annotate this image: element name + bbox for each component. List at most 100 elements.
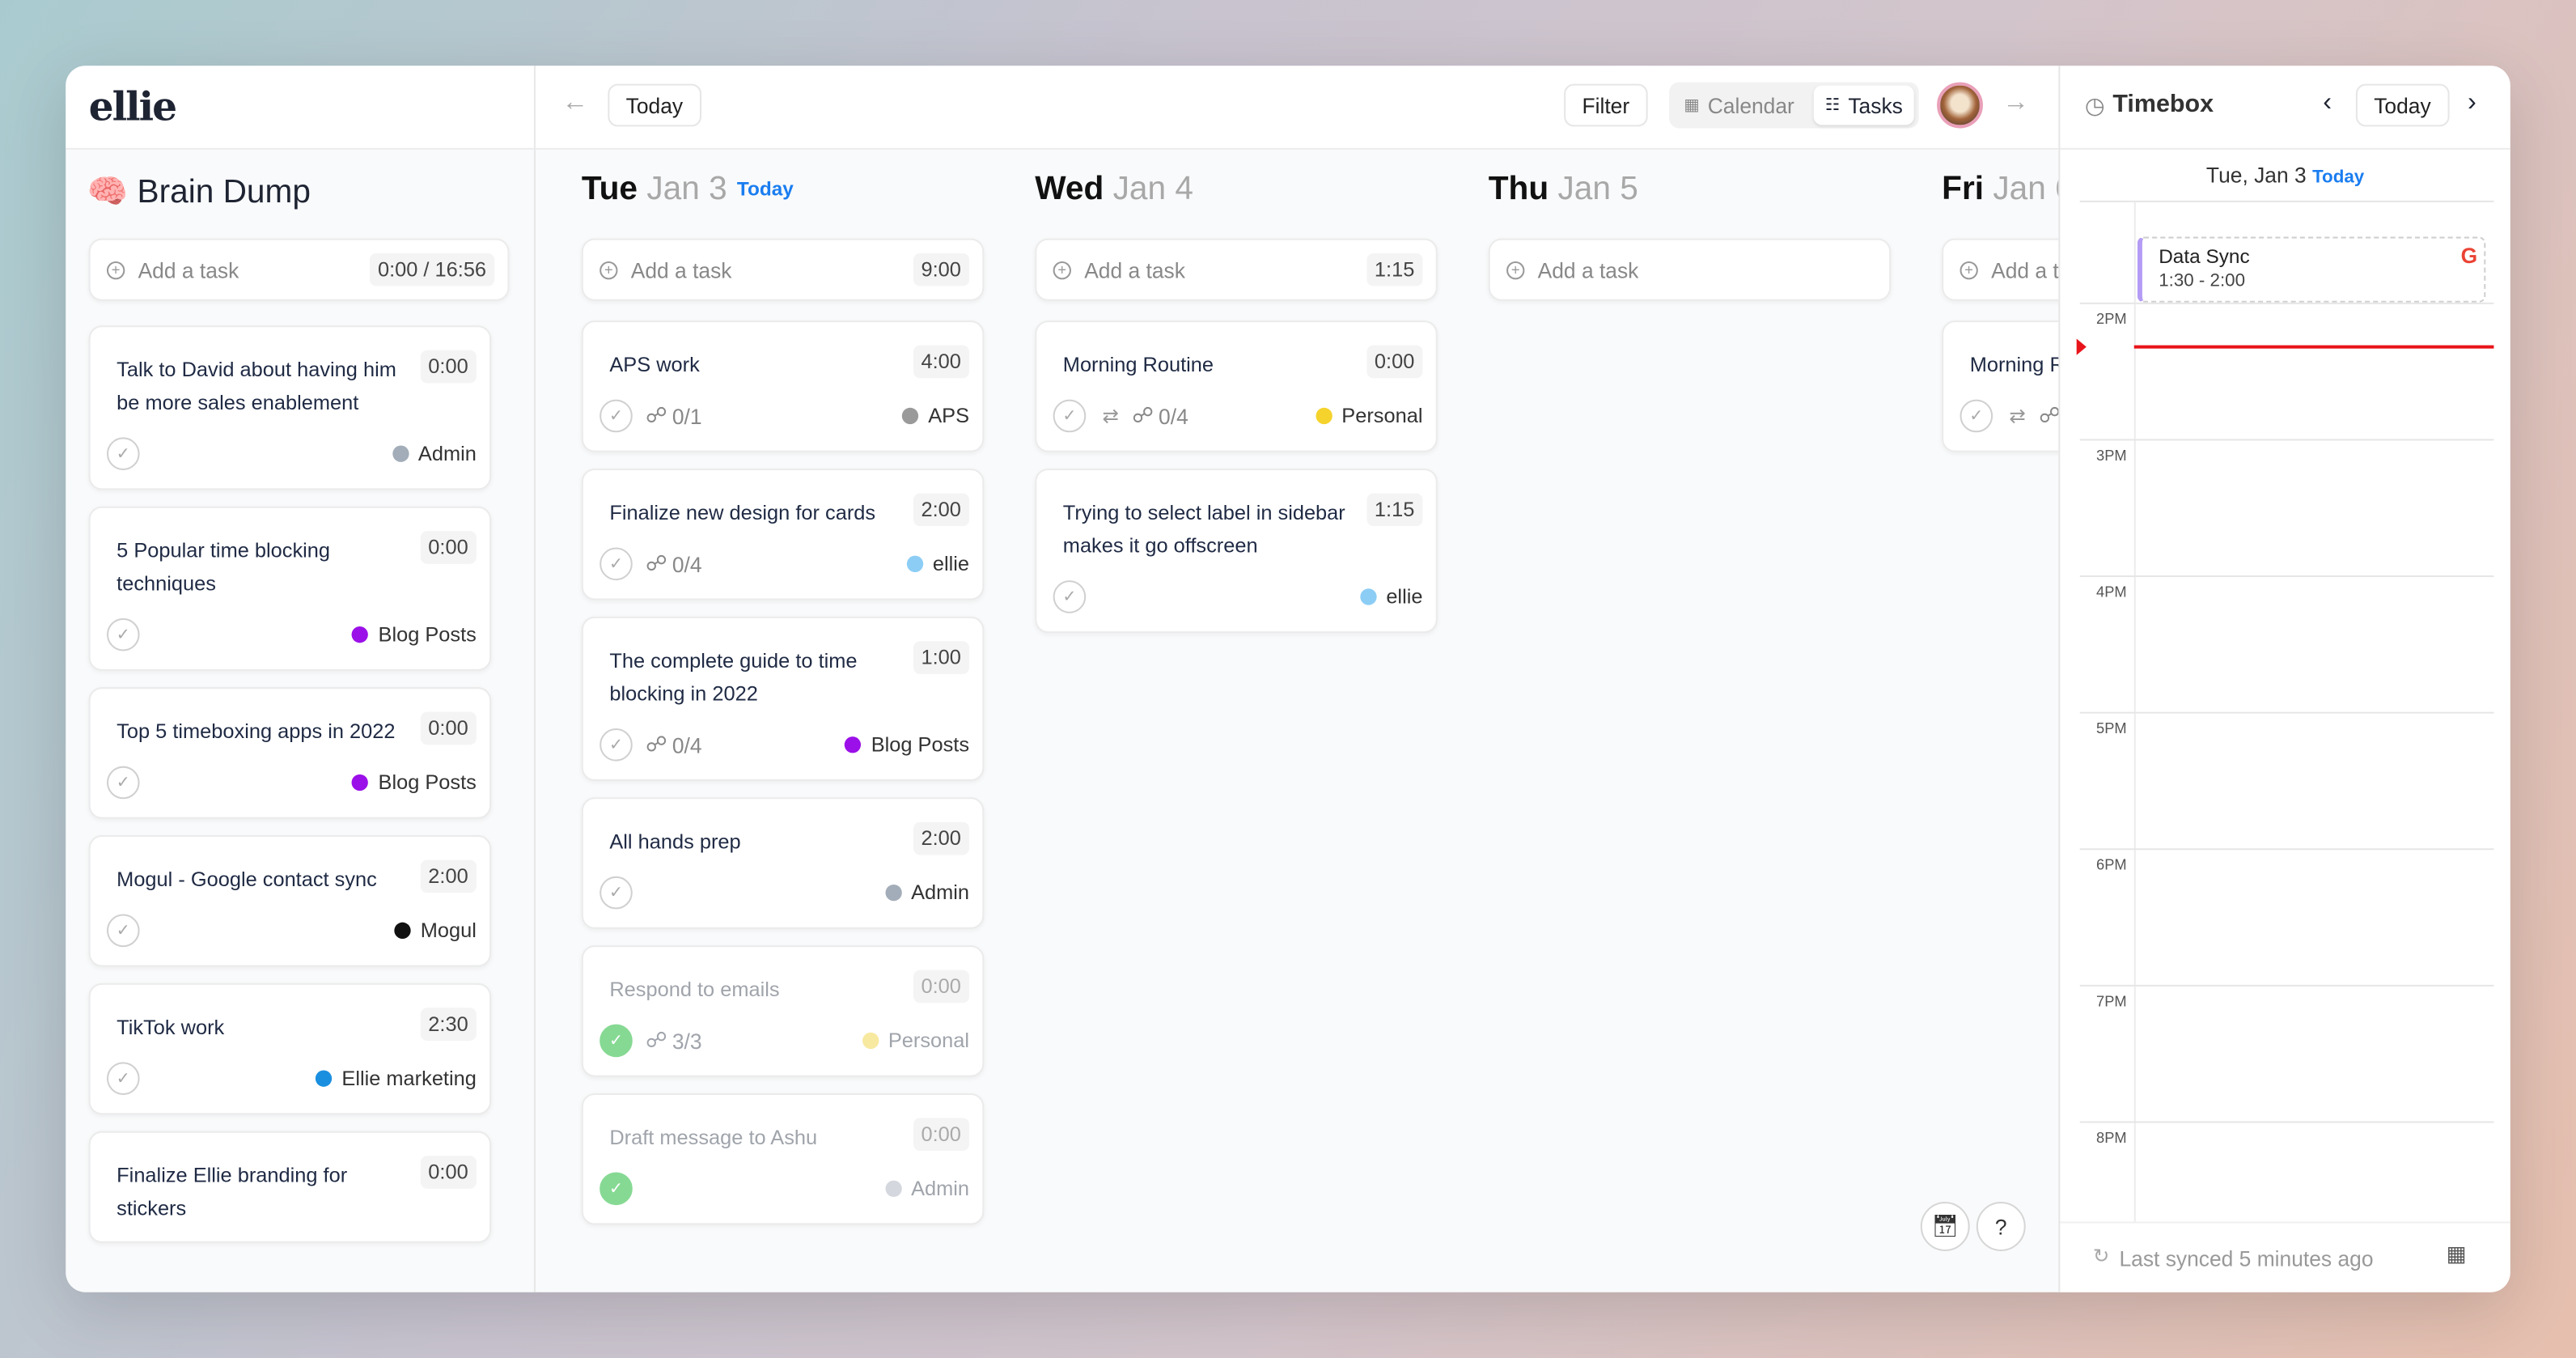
- check-circle-icon[interactable]: ✓: [106, 437, 140, 471]
- task-duration[interactable]: 0:00: [420, 350, 477, 384]
- check-circle-icon[interactable]: ✓: [106, 1062, 140, 1095]
- task-card[interactable]: Mogul - Google contact sync 2:00 ✓ Mogul: [88, 835, 492, 967]
- label-dot: [845, 736, 862, 753]
- task-card[interactable]: APS work 4:00 ✓ ☍ 0/1 APS: [581, 320, 985, 452]
- task-label[interactable]: Blog Posts: [352, 623, 477, 646]
- add-task-placeholder[interactable]: Add a task: [1538, 257, 1639, 282]
- subtasks[interactable]: ☍0/4: [1132, 403, 1188, 430]
- task-label[interactable]: Blog Posts: [845, 733, 969, 756]
- calendar-icon[interactable]: ▦: [2447, 1241, 2467, 1268]
- check-circle-icon[interactable]: ✓: [600, 728, 633, 762]
- check-circle-icon[interactable]: ✓: [600, 876, 633, 910]
- task-label[interactable]: Personal: [862, 1029, 969, 1052]
- task-label[interactable]: Admin: [392, 442, 477, 465]
- task-label[interactable]: APS: [901, 405, 969, 427]
- task-card[interactable]: Respond to emails 0:00 ✓ ☍ 3/3 Personal: [581, 945, 985, 1077]
- subtasks[interactable]: ☍ 0/1: [646, 403, 702, 430]
- task-label[interactable]: Ellie marketing: [315, 1067, 477, 1090]
- task-duration[interactable]: 0:00: [420, 531, 477, 564]
- label-text: Admin: [911, 1177, 970, 1200]
- label-dot: [884, 1180, 901, 1197]
- task-duration[interactable]: 2:00: [913, 493, 970, 527]
- tasks-view-tab[interactable]: ☷ Tasks: [1813, 85, 1915, 125]
- add-task-input[interactable]: + Add a task 1:15: [1035, 238, 1438, 301]
- task-card[interactable]: The complete guide to time blocking in 2…: [581, 616, 985, 781]
- weekday: Thu: [1488, 171, 1549, 207]
- task-card[interactable]: Trying to select label in sidebar makes …: [1035, 468, 1438, 634]
- task-card[interactable]: Top 5 timeboxing apps in 2022 0:00 ✓ Blog P…: [88, 687, 492, 819]
- add-task-placeholder[interactable]: Add a task: [1084, 257, 1185, 282]
- task-label[interactable]: Blog Posts: [352, 771, 477, 794]
- task-label[interactable]: Mogul: [394, 919, 477, 942]
- task-card[interactable]: Finalize Ellie branding for stickers 0:00: [88, 1131, 492, 1243]
- task-label[interactable]: Personal: [1315, 405, 1422, 427]
- prev-arrow-icon[interactable]: ←: [561, 89, 587, 119]
- task-card[interactable]: All hands prep 2:00 ✓ Admin: [581, 797, 985, 929]
- task-card[interactable]: Draft message to Ashu 0:00 ✓ Admin: [581, 1093, 985, 1225]
- today-button[interactable]: Today: [608, 83, 701, 127]
- check-circle-icon[interactable]: ✓: [600, 1024, 633, 1058]
- subtasks[interactable]: ☍ 3/3: [646, 1028, 702, 1055]
- task-duration[interactable]: 0:00: [1366, 345, 1423, 379]
- check-circle-icon[interactable]: ✓: [600, 399, 633, 433]
- task-label[interactable]: ellie: [906, 553, 969, 575]
- task-label[interactable]: Admin: [884, 1177, 970, 1200]
- subtasks[interactable]: ☍0/4: [646, 551, 702, 578]
- task-label[interactable]: Admin: [884, 881, 969, 904]
- task-title: All hands prep: [609, 830, 741, 854]
- add-task-input[interactable]: + Add a task 9:00: [581, 238, 985, 301]
- filter-button[interactable]: Filter: [1564, 83, 1648, 127]
- hour-line: [2079, 575, 2494, 578]
- task-duration[interactable]: 0:00: [913, 970, 970, 1004]
- check-circle-icon[interactable]: ✓: [106, 914, 140, 948]
- task-duration[interactable]: 2:00: [420, 859, 477, 893]
- task-card[interactable]: 5 Popular time blocking techniques 0:00 ✓ B…: [88, 506, 492, 671]
- label-text: Admin: [417, 442, 477, 465]
- task-card[interactable]: Talk to David about having him be more s…: [88, 325, 492, 490]
- subtask-count: 0/4: [672, 732, 702, 758]
- brain-dump-add-task[interactable]: + Add a task 0:00 / 16:56: [88, 238, 510, 301]
- check-circle-icon[interactable]: ✓: [1053, 580, 1087, 613]
- help-button[interactable]: ?: [1976, 1202, 2026, 1251]
- check-circle-icon[interactable]: ✓: [106, 766, 140, 800]
- add-task-input[interactable]: + Add a task: [1488, 238, 1892, 301]
- check-circle-icon[interactable]: ✓: [600, 547, 633, 581]
- task-duration[interactable]: 1:00: [913, 641, 970, 674]
- timebox-today-button[interactable]: Today: [2355, 83, 2450, 127]
- check-circle-icon[interactable]: ✓: [106, 617, 140, 651]
- subtask-count: 0/4: [672, 551, 702, 577]
- total-duration: 0:00 / 16:56: [369, 253, 495, 286]
- chevron-left-icon[interactable]: ‹: [2323, 89, 2332, 119]
- task-duration[interactable]: 0:00: [420, 1156, 477, 1189]
- timebox-date-label: Tue, Jan 3: [2205, 163, 2307, 188]
- avatar[interactable]: [1937, 82, 1983, 129]
- label-text: Blog Posts: [378, 770, 477, 795]
- divider: [2079, 200, 2494, 202]
- task-duration[interactable]: 4:00: [913, 345, 970, 379]
- task-duration[interactable]: 0:00: [913, 1118, 970, 1152]
- calendar-event[interactable]: Data Sync 1:30 - 2:00 G: [2137, 236, 2486, 303]
- chevron-right-icon[interactable]: ›: [2468, 89, 2476, 119]
- check-circle-icon[interactable]: ✓: [1053, 399, 1087, 433]
- brain-dump-title: Brain Dump: [137, 174, 311, 211]
- task-duration[interactable]: 2:00: [913, 821, 970, 855]
- task-duration[interactable]: 2:30: [420, 1008, 477, 1041]
- calendar-button[interactable]: 📅︎: [1920, 1202, 1970, 1251]
- add-task-placeholder[interactable]: Add a task: [138, 257, 239, 282]
- subtask-count: 3/3: [672, 1028, 702, 1054]
- weekday: Wed: [1035, 171, 1104, 207]
- check-circle-icon[interactable]: ✓: [1960, 399, 1993, 433]
- task-card[interactable]: Morning Routine 0:00 ✓ ⇄ ☍ 0/4 Personal: [1035, 320, 1438, 452]
- check-circle-icon[interactable]: ✓: [600, 1172, 633, 1206]
- task-card[interactable]: TikTok work 2:30 ✓ Ellie marketing: [88, 982, 492, 1115]
- day-heading: Tue Jan 3 Today: [582, 171, 794, 209]
- view-toggle: ▦ Calendar ☷ Tasks: [1669, 82, 1919, 129]
- task-duration[interactable]: 1:15: [1366, 493, 1423, 527]
- task-duration[interactable]: 0:00: [420, 711, 477, 745]
- task-label[interactable]: ellie: [1359, 585, 1422, 609]
- subtasks[interactable]: ☍0/4: [646, 732, 702, 758]
- calendar-view-tab[interactable]: ▦ Calendar: [1672, 86, 1806, 125]
- next-arrow-icon[interactable]: →: [2002, 89, 2028, 119]
- task-card[interactable]: Finalize new design for cards 2:00 ✓ ☍ 0/4 el…: [581, 468, 985, 600]
- add-task-placeholder[interactable]: Add a task: [631, 257, 732, 282]
